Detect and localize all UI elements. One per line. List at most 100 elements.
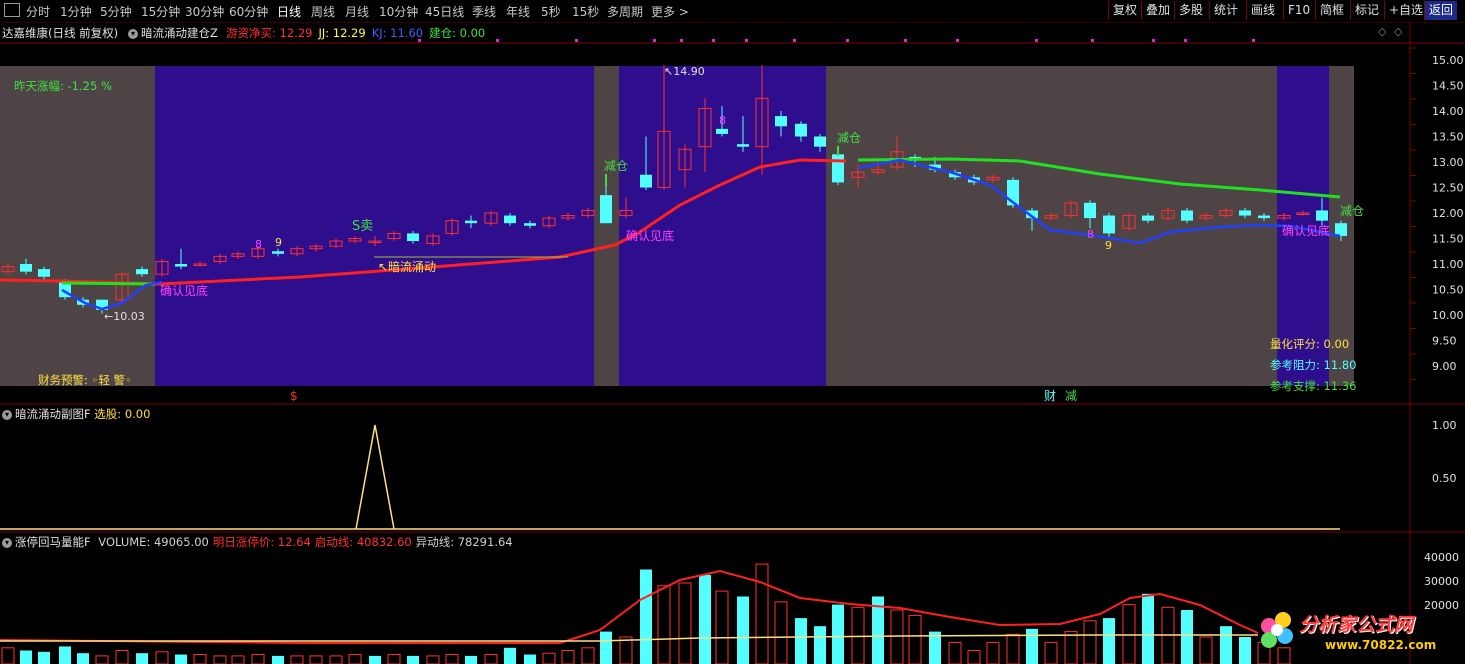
volume-bar [561, 650, 575, 664]
volume-field: 启动线: 40832.60 [314, 535, 412, 549]
volume-ma-red [0, 569, 1259, 644]
sub-indicator-header[interactable]: ▾ 暗流涌动副图F 选股: 0.00 [2, 406, 150, 422]
volume-bar [715, 590, 729, 664]
confirm-bottom-label: 确认见底 [1282, 223, 1330, 238]
volume-bar [1, 647, 15, 664]
candle-body [775, 116, 787, 127]
signal-dot [1152, 39, 1155, 42]
indicator-field: 游资净买: 12.29 [226, 26, 313, 40]
volume-bar [795, 618, 807, 664]
volume-bar [1026, 628, 1038, 664]
candle-body [832, 154, 844, 183]
volume-bar [1103, 618, 1115, 664]
candle-body [1084, 202, 1096, 219]
volume-bar [272, 655, 284, 664]
volume-bar [155, 651, 169, 664]
volume-bar [1083, 620, 1097, 664]
volume-field: 异动线: 78291.64 [415, 535, 513, 549]
indicator-field: 建仓: 0.00 [429, 26, 486, 40]
volume-bar [369, 655, 381, 664]
candle-body [504, 215, 516, 224]
price-tick-label: 10.50 [1432, 284, 1464, 297]
volume-bar [59, 646, 71, 664]
chevron-down-icon[interactable]: ▾ [2, 409, 12, 420]
resistance-value: 参考阻力: 11.80 [1270, 358, 1357, 372]
chevron-down-icon[interactable]: ▾ [2, 537, 12, 548]
price-tick-label: 12.00 [1432, 207, 1464, 220]
volume-field: 明日涨停价: 12.64 [212, 535, 311, 549]
sub-indicator-value: 选股: 0.00 [94, 407, 151, 421]
candle-body [1316, 210, 1328, 221]
reduce-label: 减仓 [604, 159, 628, 173]
confirm-bottom-label: 确认见底 [626, 228, 674, 243]
yesterday-change: 昨天涨幅: -1.25 % [14, 79, 112, 93]
candle-body [175, 264, 187, 267]
candle-body [407, 233, 419, 242]
trend-line-green [61, 281, 156, 286]
diamond-icon: ◇ [1378, 25, 1387, 38]
volume-bar [1239, 637, 1251, 664]
volume-bar [115, 650, 129, 664]
candle-body [737, 144, 749, 147]
volume-bar [600, 631, 612, 664]
volume-bar [1044, 641, 1058, 664]
sub-tick-label: 0.50 [1432, 472, 1457, 485]
quant-score: 量化评分: 0.00 [1270, 337, 1350, 351]
low-price-label: ←10.03 [104, 310, 145, 323]
sell-label: S卖 [352, 219, 373, 234]
volume-bar [193, 654, 207, 664]
candle-body [1142, 215, 1154, 221]
volume-bar [445, 654, 459, 664]
chart-canvas[interactable]: ◇ ◇ 15.00 14.50 14.00 13.50 13.00 12.50 12.00 11.… [0, 0, 1465, 664]
signal-dot [575, 39, 578, 42]
count-label: 8 [719, 114, 726, 127]
volume-tick-label: 40000 [1424, 551, 1459, 564]
chevron-down-icon[interactable]: ▾ [128, 28, 138, 39]
count-label: 9 [1105, 239, 1112, 252]
volume-tick-label: 30000 [1424, 575, 1459, 588]
dark-flow-label: ↖暗流涌动 [378, 259, 436, 274]
price-tick-label: 9.00 [1432, 360, 1457, 373]
volume-bar [251, 654, 265, 664]
watermark-url: www.70822.com [1325, 638, 1437, 652]
volume-header[interactable]: ▾ 涨停回马量能F VOLUME: 49065.00 明日涨停价: 12.64 启动线… [2, 534, 513, 550]
volume-bar [1064, 631, 1078, 664]
volume-bar [484, 654, 498, 664]
price-tick-label: 9.50 [1432, 335, 1457, 348]
volume-bar [699, 574, 711, 664]
candle-body [814, 136, 826, 147]
diamond-icon: ◇ [1394, 25, 1403, 38]
price-tick-label: 13.00 [1432, 156, 1464, 169]
signal-spike [355, 424, 395, 530]
signal-dot [1252, 39, 1255, 42]
reduce-label: 减仓 [837, 131, 861, 145]
signal-dot [496, 39, 499, 42]
volume-bar [524, 654, 536, 664]
volume-bar [213, 655, 227, 664]
volume-bar [581, 647, 595, 664]
indicator-header[interactable]: ▾ 暗流涌动建仓Z [128, 25, 218, 41]
volume-bar [504, 647, 516, 664]
background-band [155, 66, 594, 386]
price-tick-label: 11.00 [1432, 258, 1464, 271]
watermark-name: 分析家公式网 [1299, 614, 1414, 636]
candle-body [716, 128, 728, 134]
indicator-values: 游资净买: 12.29 JJ: 12.29 KJ: 11.60 建仓: 0.00 [226, 25, 491, 41]
finance-mark: 财 [1044, 389, 1056, 403]
volume-bar [407, 655, 419, 664]
price-tick-label: 15.00 [1432, 54, 1464, 67]
price-tick-label: 14.00 [1432, 105, 1464, 118]
candle-body [136, 269, 148, 275]
signal-dot [956, 39, 959, 42]
volume-bar [678, 582, 692, 664]
site-watermark: 分析家公式网 www.70822.com [1255, 606, 1455, 662]
volume-bar [426, 655, 440, 664]
candle-body [1335, 223, 1347, 236]
volume-bar [542, 652, 556, 664]
volume-ma-yellow [0, 634, 1258, 642]
volume-bar [814, 626, 826, 664]
candle-body [465, 220, 477, 224]
volume-bar [1006, 633, 1020, 664]
candle-body [38, 269, 50, 277]
volume-bar [986, 641, 1000, 664]
